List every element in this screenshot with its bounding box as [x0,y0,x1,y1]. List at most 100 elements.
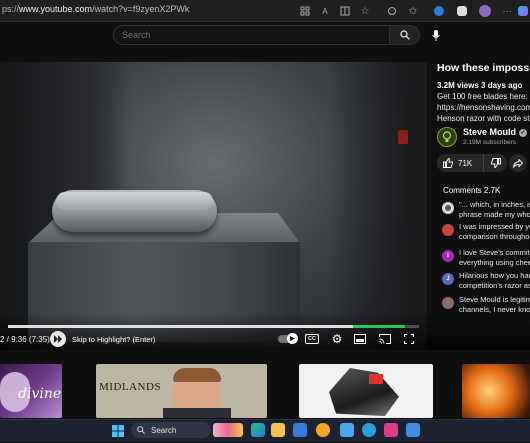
skip-to-highlight-label[interactable]: Skip to Highlight? (Enter) [72,335,155,344]
thumbnail-divine[interactable]: divine [0,364,62,418]
description-link[interactable]: https://hensonshaving.com/s [437,102,530,113]
skip-highlight-icon[interactable] [50,331,66,347]
comment-avatar[interactable] [442,202,454,214]
description-line: Get 100 free blades here: [437,92,528,101]
comment-line: everything using chee [459,258,530,267]
search-icon [137,426,145,434]
fullscreen-icon [404,334,414,344]
thumbnail-midlands[interactable]: MIDLANDS [96,364,267,418]
thumbs-up-icon [443,158,453,168]
search-box[interactable] [113,25,390,45]
captions-button[interactable]: CC [304,332,320,346]
file-explorer-icon[interactable] [271,423,285,437]
comment-line: I love Steve's commitm [459,248,530,257]
thumbnail-metal[interactable] [299,364,433,418]
comment-line: Hilarious how you had [459,271,530,280]
chrome-icon[interactable] [316,423,330,437]
favorites-icon[interactable]: ✩ [406,4,420,18]
thumbnail-object [329,368,399,416]
comment-text: I love Steve's commitm everything using c… [459,248,530,268]
channel-avatar[interactable] [437,127,457,147]
avatar-letter: J [446,276,450,282]
search-highlight-icon[interactable] [213,423,243,437]
profile-avatar[interactable] [478,4,492,18]
menu-dots-icon[interactable]: ··· [500,4,514,18]
video-frame-shadow-right [330,62,427,350]
edge-browser-icon[interactable] [251,423,265,437]
store-icon[interactable] [293,423,307,437]
video-description[interactable]: 3.2M views 3 days ago Get 100 free blade… [437,80,530,124]
views-and-date: 3.2M views 3 days ago [437,81,523,90]
thumbnail-fire[interactable] [462,364,530,418]
avatar-letter: I [447,253,449,259]
comment-avatar[interactable] [442,297,454,309]
like-count: 71K [458,158,473,168]
refresh-icon[interactable] [385,4,399,18]
comment-item[interactable]: I was impressed by yo comparison througho… [442,222,530,250]
share-arrow-icon [513,158,523,168]
verified-check-icon: ✓ [519,128,528,137]
background-object [398,130,408,144]
comment-item[interactable]: Steve Mould is legitim channels, I never … [442,295,530,323]
comment-line: channels, I never know [459,305,530,314]
comment-avatar[interactable]: J [442,273,454,285]
thumbs-down-icon [490,158,501,168]
cast-button[interactable] [378,332,392,346]
extension-icon[interactable] [455,4,469,18]
channel-name-text: Steve Mould [463,127,517,137]
windows-start-icon[interactable] [111,424,125,438]
video-title: How these impossibly [437,62,530,74]
subscriber-count: 2.19M subscribers [463,139,517,146]
time-display: 2 / 9:36 (7:35) [0,335,50,344]
share-button[interactable] [509,154,527,172]
url-path: /watch?v=f9zyenX2PWk [92,4,190,14]
mail-icon[interactable] [340,423,354,437]
dislike-button[interactable] [483,154,507,172]
comments-header[interactable]: Comments 2.7K [443,186,500,195]
comment-line: comparison throughout [459,232,530,241]
lightbulb-icon [442,131,452,142]
thumbnail-text: divine [18,386,62,402]
description-line: Henson razor with code steve [437,114,530,123]
fullscreen-button[interactable] [402,332,416,346]
progress-segment [8,325,354,328]
taskbar-search[interactable]: Search [131,422,211,438]
split-screen-icon[interactable] [338,4,352,18]
search-input[interactable] [122,30,372,40]
app-icon[interactable] [384,423,398,437]
metal-puck-highlight [56,192,213,210]
like-button[interactable]: 71K [437,154,482,172]
channel-name[interactable]: Steve Mould ✓ [463,127,528,137]
comment-avatar[interactable]: I [442,250,454,262]
favorite-star-icon[interactable]: ☆ [358,4,372,18]
grid-icon[interactable] [298,4,312,18]
comment-line: Steve Mould is legitim [459,295,530,304]
comment-text: Steve Mould is legitim channels, I never … [459,295,530,315]
telegram-icon[interactable] [362,423,376,437]
autoplay-toggle[interactable] [277,332,298,346]
address-bar[interactable]: ps://www.youtube.com/watch?v=f9zyenX2PWk [2,4,189,14]
extension-edge-icon[interactable] [432,4,446,18]
url-prefix: ps:// [2,4,20,14]
thumbnail-hair [173,368,221,382]
comment-line: "... which, in inches, is... [459,200,530,209]
cast-icon [379,334,391,344]
read-aloud-icon[interactable]: A [318,4,332,18]
microphone-icon [432,29,440,41]
miniplayer-button[interactable] [353,332,367,346]
search-button[interactable] [390,25,420,45]
comment-text: Hilarious how you had competition's razor… [459,271,530,291]
comment-avatar[interactable] [442,224,454,236]
voice-search-button[interactable] [426,25,446,45]
taskbar [0,419,530,442]
vscode-icon[interactable] [406,423,420,437]
copilot-icon[interactable] [516,4,530,18]
settings-gear-icon[interactable]: ⚙ [330,332,344,346]
cc-icon: CC [305,334,319,344]
play-icon [290,336,295,341]
comment-text: "... which, in inches, is...phrase made … [459,200,530,220]
taskbar-search-label: Search [151,425,177,435]
browser-toolbar: ps://www.youtube.com/watch?v=f9zyenX2PWk… [0,0,530,22]
thumbnail-text: MIDLANDS [99,381,162,393]
comment-line: competition's razor as [459,281,530,290]
